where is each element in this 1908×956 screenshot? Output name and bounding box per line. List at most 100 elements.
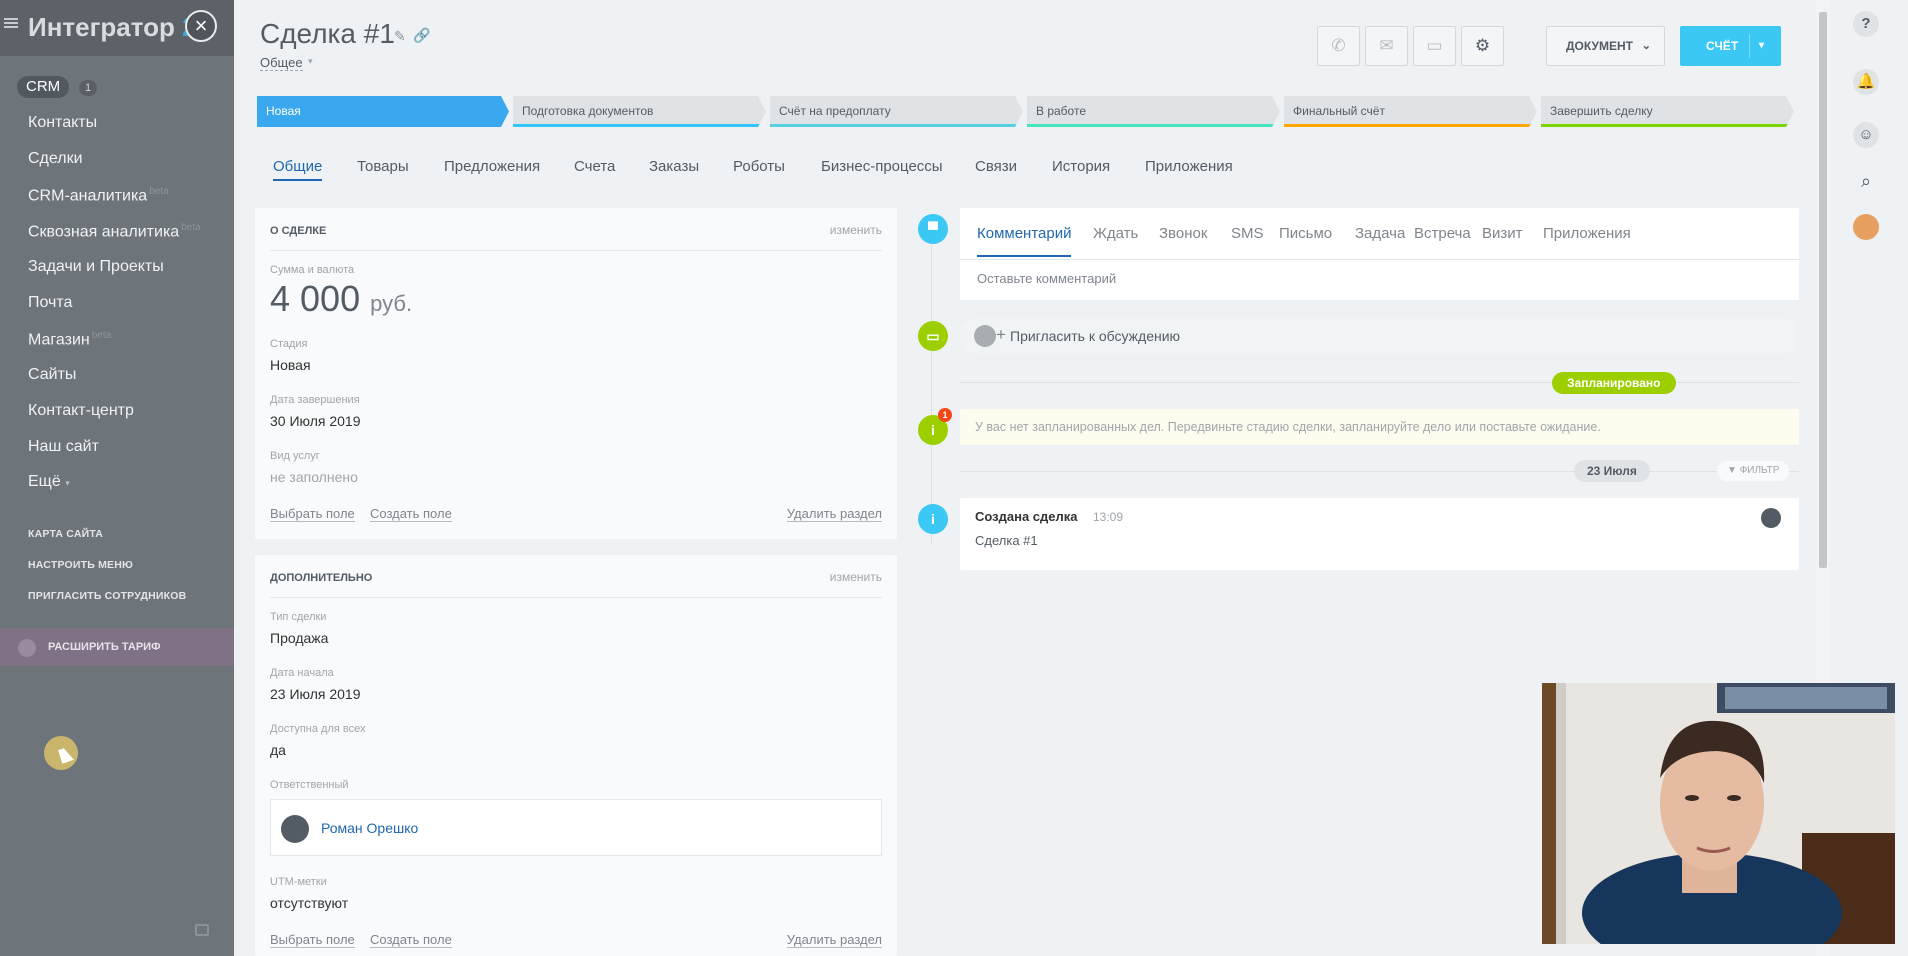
tab-general[interactable]: Общие	[273, 158, 323, 181]
timeline-event: Создана сделка 13:09 Сделка #1	[960, 498, 1799, 570]
presenter-image	[1542, 683, 1895, 944]
stage-new[interactable]: Новая	[257, 96, 509, 127]
sidebar-item-more[interactable]: Ещё ▾	[28, 473, 70, 491]
field-label: Доступна для всех	[270, 723, 366, 735]
tab-quotes[interactable]: Предложения	[444, 158, 540, 175]
event-deal-link[interactable]: Сделка #1	[975, 533, 1038, 548]
field-label: Вид услуг	[270, 450, 320, 462]
tab-invoices[interactable]: Счета	[574, 158, 615, 175]
document-button-label: ДОКУМЕНТ	[1566, 39, 1633, 53]
sidebar-item-contacts[interactable]: Контакты	[28, 114, 97, 132]
edit-section-link[interactable]: изменить	[830, 223, 882, 237]
delete-section-link[interactable]: Удалить раздел	[786, 506, 882, 522]
close-date-value: 30 Июля 2019	[270, 413, 361, 429]
chat-icon[interactable]: ☺	[1853, 122, 1879, 148]
field-label: Ответственный	[270, 779, 349, 791]
sidebar-item-contact-center[interactable]: Контакт-центр	[28, 402, 134, 420]
select-field-link[interactable]: Выбрать поле	[270, 932, 355, 948]
tab-orders[interactable]: Заказы	[649, 158, 699, 175]
sidebar-item-shop[interactable]: Магазин beta	[28, 330, 111, 349]
menu-icon[interactable]	[4, 16, 18, 30]
portal-logo[interactable]: Интегратор 24	[28, 12, 211, 43]
stage-prepayment-invoice[interactable]: Счёт на предоплату	[770, 96, 1023, 127]
category-selector[interactable]: Общее	[260, 55, 303, 71]
editor-tab-wait[interactable]: Ждать	[1093, 225, 1138, 242]
invite-to-discussion-button[interactable]: + Пригласить к обсуждению	[960, 318, 1799, 354]
phone-icon: ✆	[1331, 36, 1346, 55]
additional-card: ДОПОЛНИТЕЛЬНО изменить Тип сделки Продаж…	[255, 555, 897, 956]
responsible-box[interactable]: Роман Орешко	[270, 799, 882, 856]
tab-business-processes[interactable]: Бизнес-процессы	[821, 158, 943, 175]
editor-tab-call[interactable]: Звонок	[1159, 225, 1207, 242]
sidebar-item-our-site[interactable]: Наш сайт	[28, 438, 99, 456]
avatar[interactable]	[1761, 508, 1781, 528]
search-icon[interactable]: ⌕	[1853, 168, 1879, 194]
editor-tab-comment[interactable]: Комментарий	[977, 225, 1071, 242]
sidebar-link-invite-employees[interactable]: ПРИГЛАСИТЬ СОТРУДНИКОВ	[28, 590, 186, 602]
tab-history[interactable]: История	[1052, 158, 1110, 175]
caret-down-icon[interactable]: ▾	[1759, 26, 1764, 66]
tab-products[interactable]: Товары	[357, 158, 409, 175]
field-label: Тип сделки	[270, 611, 327, 623]
select-field-link[interactable]: Выбрать поле	[270, 506, 355, 522]
sidebar-link-configure-menu[interactable]: НАСТРОИТЬ МЕНЮ	[28, 559, 133, 571]
editor-tab-meeting[interactable]: Встреча	[1414, 225, 1471, 242]
printer-icon[interactable]	[195, 924, 209, 936]
comment-input[interactable]: Оставьте комментарий	[977, 271, 1116, 286]
help-icon[interactable]: ?	[1853, 11, 1879, 37]
page-title: Сделка #1	[260, 18, 395, 49]
available-value: да	[270, 742, 286, 758]
editor-tab-task[interactable]: Задача	[1355, 225, 1405, 242]
plus-icon: +	[996, 325, 1006, 344]
close-slider-button[interactable]: ×	[185, 10, 217, 42]
sidebar-link-sitemap[interactable]: КАРТА САЙТА	[28, 528, 103, 540]
about-deal-card: О СДЕЛКЕ изменить Сумма и валюта 4 000 р…	[255, 208, 897, 539]
chevron-down-icon: ▾	[65, 478, 70, 488]
sidebar-item-tasks[interactable]: Задачи и Проекты	[28, 258, 164, 276]
call-button[interactable]: ✆	[1317, 26, 1360, 66]
avatar	[281, 815, 309, 843]
tab-robots[interactable]: Роботы	[733, 158, 785, 175]
create-field-link[interactable]: Создать поле	[370, 506, 452, 522]
editor-tab-email[interactable]: Письмо	[1279, 225, 1332, 242]
link-icon[interactable]: 🔗	[413, 27, 430, 44]
chevron-down-icon: ▾	[308, 56, 313, 66]
avatar[interactable]	[1853, 214, 1879, 240]
document-button[interactable]: ДОКУМЕНТ ⌄	[1546, 26, 1665, 66]
date-separator: 23 Июля	[1574, 460, 1650, 482]
create-field-link[interactable]: Создать поле	[370, 932, 452, 948]
tab-relations[interactable]: Связи	[975, 158, 1017, 175]
tab-applications[interactable]: Приложения	[1145, 158, 1233, 175]
sidebar-item-mail[interactable]: Почта	[28, 294, 72, 312]
stage-final-invoice[interactable]: Финальный счёт	[1284, 96, 1537, 127]
timeline-line	[931, 224, 932, 544]
editor-tab-sms[interactable]: SMS	[1231, 225, 1264, 242]
responsible-user-link[interactable]: Роман Орешко	[321, 820, 418, 836]
planned-section-badge: Запланировано	[1552, 372, 1676, 394]
stage-doc-prep[interactable]: Подготовка документов	[513, 96, 766, 127]
email-button[interactable]: ✉	[1365, 26, 1408, 66]
settings-button[interactable]: ⚙	[1461, 26, 1504, 66]
sidebar-item-crm[interactable]: CRM	[17, 76, 70, 98]
upgrade-plan-button[interactable]: РАСШИРИТЬ ТАРИФ	[0, 628, 234, 666]
section-title: ДОПОЛНИТЕЛЬНО	[270, 572, 373, 584]
deal-type-value: Продажа	[270, 630, 329, 646]
upgrade-plan-label: РАСШИРИТЬ ТАРИФ	[48, 641, 161, 653]
stage-in-progress[interactable]: В работе	[1027, 96, 1280, 127]
utm-value: отсутствуют	[270, 895, 349, 911]
bell-icon[interactable]: 🔔	[1853, 69, 1879, 95]
invoice-button[interactable]: СЧЁТ ▾	[1680, 26, 1781, 66]
sidebar-item-end-to-end-analytics[interactable]: Сквозная аналитика beta	[28, 222, 201, 241]
pencil-icon[interactable]: ✎	[394, 28, 406, 45]
filter-button[interactable]: ▼ ФИЛЬТР	[1717, 461, 1790, 481]
chat-button[interactable]: ▭	[1413, 26, 1456, 66]
sidebar-item-sites[interactable]: Сайты	[28, 366, 76, 384]
stage-close-deal[interactable]: Завершить сделку	[1541, 96, 1794, 127]
delete-section-link[interactable]: Удалить раздел	[786, 932, 882, 948]
editor-tab-visit[interactable]: Визит	[1482, 225, 1523, 242]
sidebar-item-crm-analytics[interactable]: CRM-аналитика beta	[28, 186, 169, 205]
user-icon	[974, 325, 996, 347]
edit-section-link[interactable]: изменить	[830, 570, 882, 584]
sidebar-item-deals[interactable]: Сделки	[28, 150, 83, 168]
editor-tab-applications[interactable]: Приложения	[1543, 225, 1631, 242]
